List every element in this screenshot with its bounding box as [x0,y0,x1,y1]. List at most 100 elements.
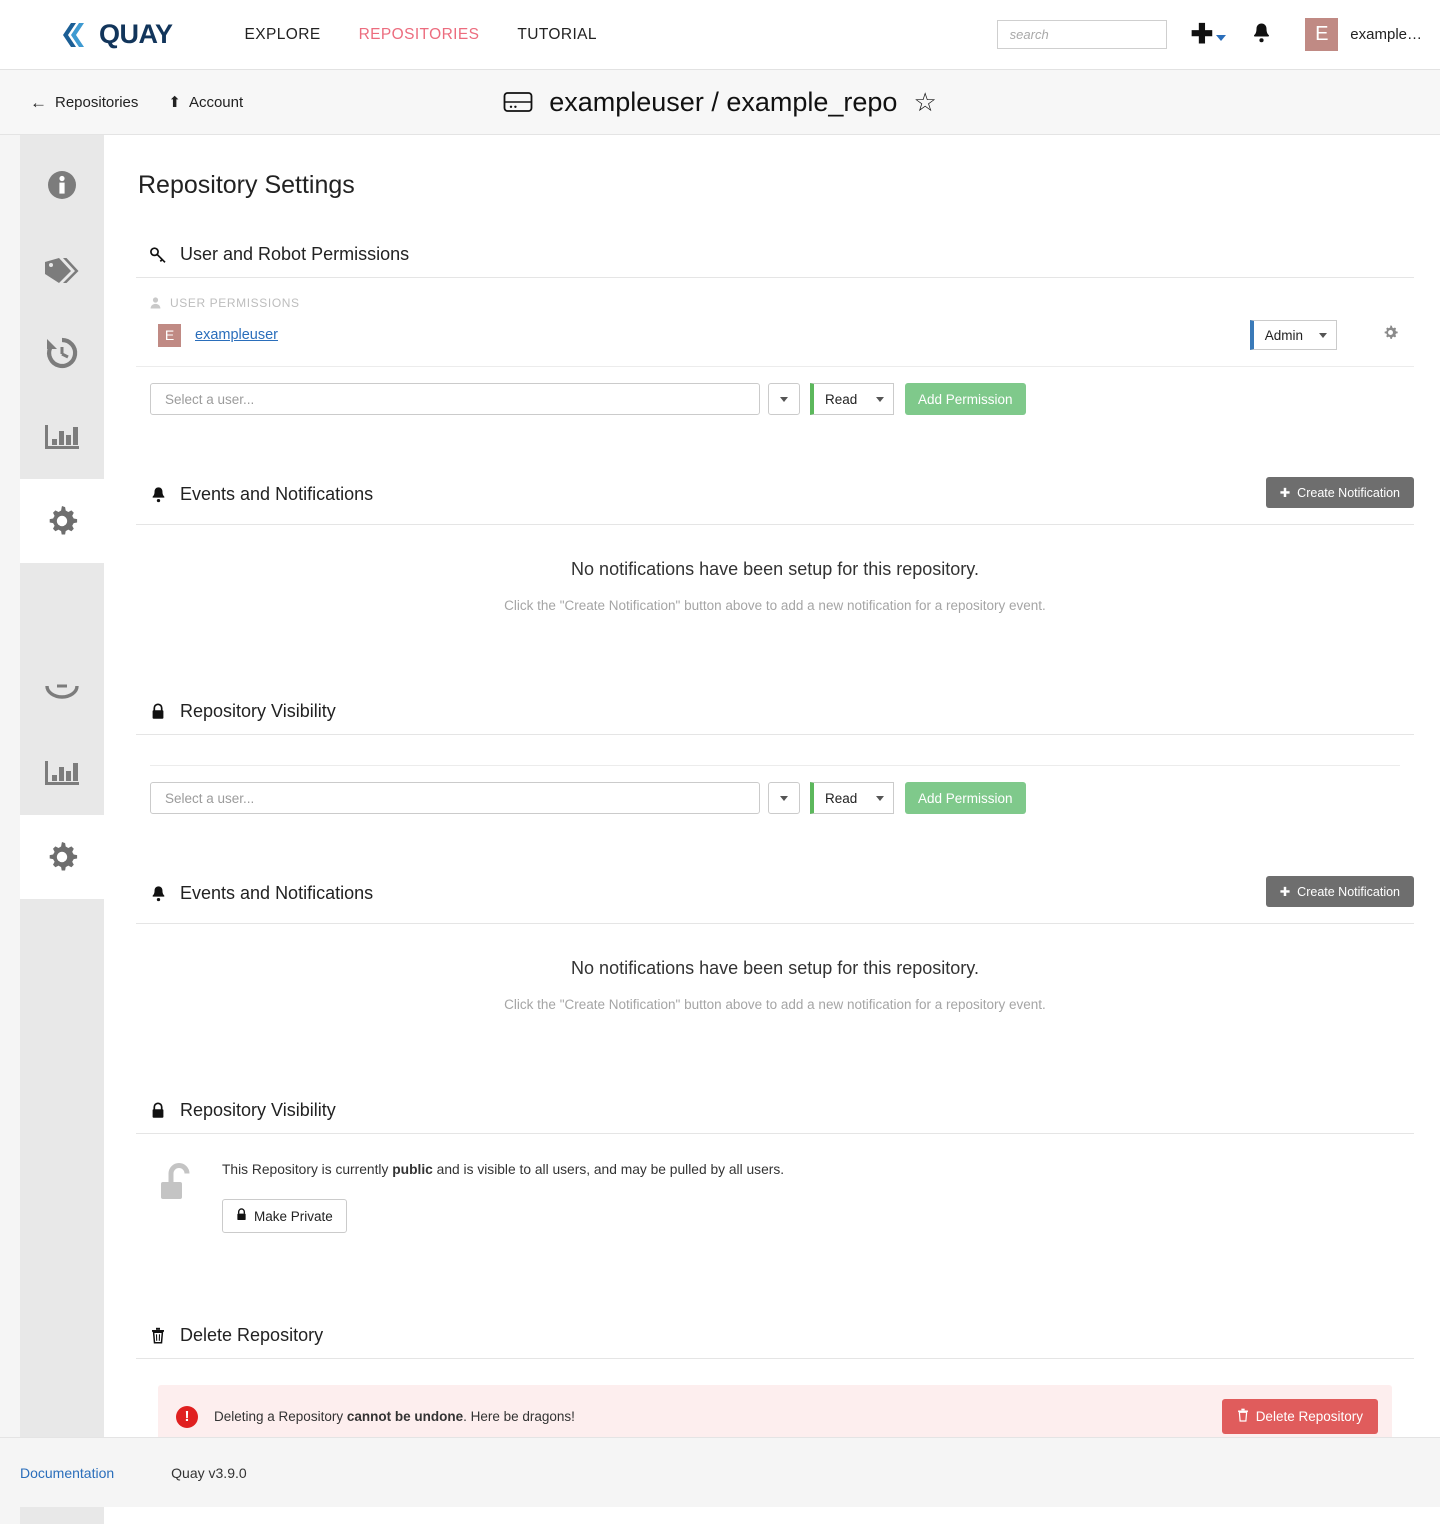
repository-sidebar [20,135,104,1524]
plus-icon: ✚ [1280,485,1290,500]
user-permissions-group-label: USER PERMISSIONS [136,278,1414,310]
add-permission-button[interactable]: Add Permission [905,782,1026,814]
bar-chart-icon [41,419,83,455]
section-repository-visibility-1: Repository Visibility Read Add Permissio… [136,701,1414,824]
user-permissions-label-text: USER PERMISSIONS [170,296,300,310]
sidebar-item-tags[interactable] [20,227,104,311]
empty-state-subtitle: Click the "Create Notification" button a… [136,997,1414,1012]
permission-row: E exampleuser Admin [136,310,1414,367]
page-footer: Documentation Quay v3.9.0 [0,1437,1440,1507]
page-body: Repository Settings User and Robot Permi… [0,135,1440,1524]
tag-icon [40,249,84,289]
role-select-value: Read [825,392,857,407]
sidebar-item-usage-logs-2[interactable] [20,731,104,815]
delete-repository-button[interactable]: Delete Repository [1222,1399,1378,1434]
delete-warning-prefix: Deleting a Repository [214,1409,347,1424]
notifications-empty-state: No notifications have been setup for thi… [136,924,1414,1054]
sidebar-item-settings[interactable] [20,479,104,563]
search-input[interactable] [1008,26,1190,43]
nav-item-repositories[interactable]: REPOSITORIES [359,26,480,44]
history-icon [41,333,83,373]
section-user-robot-permissions: User and Robot Permissions USER PERMISSI… [136,244,1414,425]
visibility-status-value: public [392,1162,433,1177]
empty-state-subtitle: Click the "Create Notification" button a… [136,598,1414,613]
section-events-notifications-2: Events and Notifications ✚ Create Notifi… [136,876,1414,1054]
bell-icon [1252,22,1271,43]
role-select-read[interactable]: Read [810,782,894,814]
page-title-repo: exampleuser / example_repo ☆ [503,87,937,118]
select-user-field[interactable] [150,782,760,814]
avatar: E [1305,18,1338,51]
section-title: User and Robot Permissions [180,244,409,265]
plus-icon: ✚ [1191,21,1214,48]
breadcrumb-repositories[interactable]: Repositories [55,94,138,111]
plus-icon: ✚ [1280,884,1290,899]
section-events-notifications-1: Events and Notifications ✚ Create Notifi… [136,477,1414,655]
documentation-link[interactable]: Documentation [20,1465,114,1481]
select-user-input[interactable] [163,391,747,408]
top-navigation-bar: QUAY EXPLORE REPOSITORIES TUTORIAL ✚ E e [0,0,1440,70]
role-select-value: Admin [1265,328,1303,343]
notifications-bell-button[interactable] [1252,22,1271,47]
search-box[interactable] [997,20,1167,49]
trash-icon [148,1327,168,1344]
star-outline-icon[interactable]: ☆ [913,89,936,115]
make-private-label: Make Private [254,1209,333,1224]
create-notification-button[interactable]: ✚ Create Notification [1266,876,1414,907]
make-private-button[interactable]: Make Private [222,1199,347,1233]
section-title: Events and Notifications [180,883,373,904]
bell-icon [148,885,168,902]
nav-item-explore[interactable]: EXPLORE [245,26,321,44]
chevron-down-icon [1319,333,1327,338]
role-select-read[interactable]: Read [810,383,894,415]
nav-right-cluster: ✚ E example… [997,18,1422,51]
chevron-down-icon [1216,35,1226,41]
info-circle-icon [42,165,82,205]
user-menu[interactable]: E example… [1305,18,1422,51]
create-menu-button[interactable]: ✚ [1191,21,1227,48]
select-user-field[interactable] [150,383,760,415]
section-header: Repository Visibility [136,701,1414,735]
sidebar-item-builds[interactable] [20,647,104,731]
arc-icon [41,674,83,704]
create-notification-label: Create Notification [1297,885,1400,899]
select-user-dropdown-toggle[interactable] [768,782,800,814]
visibility-status-suffix: and is visible to all users, and may be … [433,1162,784,1177]
arrow-left-icon[interactable]: ← [30,94,47,111]
role-select-value: Read [825,791,857,806]
settings-content: Repository Settings User and Robot Permi… [104,135,1440,1524]
avatar: E [158,324,181,347]
section-header: Events and Notifications ✚ Create Notifi… [136,876,1414,924]
create-notification-button[interactable]: ✚ Create Notification [1266,477,1414,508]
select-user-input[interactable] [163,790,747,807]
nav-item-tutorial[interactable]: TUTORIAL [517,26,597,44]
sidebar-item-history[interactable] [20,311,104,395]
chevron-down-icon [780,796,788,801]
section-title: Delete Repository [180,1325,323,1346]
add-permission-button[interactable]: Add Permission [905,383,1026,415]
user-icon [150,297,161,309]
breadcrumb-account[interactable]: Account [189,94,243,111]
user-name-label: example… [1350,26,1422,43]
empty-state-title: No notifications have been setup for thi… [136,958,1414,979]
quay-logo[interactable]: QUAY [62,19,173,50]
section-title: Repository Visibility [180,1100,336,1121]
visibility-text-block: This Repository is currently public and … [222,1160,784,1233]
permission-username-link[interactable]: exampleuser [195,327,278,343]
sidebar-item-usage-logs[interactable] [20,395,104,479]
gear-icon [1381,323,1400,342]
permission-row-controls: Admin [1250,320,1410,350]
sidebar-item-information[interactable] [20,143,104,227]
select-user-dropdown-toggle[interactable] [768,383,800,415]
sidebar-item-settings-2[interactable] [20,815,104,899]
delete-warning-suffix: . Here be dragons! [463,1409,575,1424]
role-select-admin[interactable]: Admin [1250,320,1337,350]
arrow-up-icon[interactable]: ⬆ [168,95,181,110]
notifications-empty-state: No notifications have been setup for thi… [136,525,1414,655]
permission-row-gear-button[interactable] [1381,323,1400,348]
main-menu: EXPLORE REPOSITORIES TUTORIAL [245,26,597,44]
section-header: Events and Notifications ✚ Create Notifi… [136,477,1414,525]
section-header: Delete Repository [136,1325,1414,1359]
section-repository-visibility-2: Repository Visibility This Repository is… [136,1100,1414,1253]
quay-logo-text: QUAY [99,19,173,50]
